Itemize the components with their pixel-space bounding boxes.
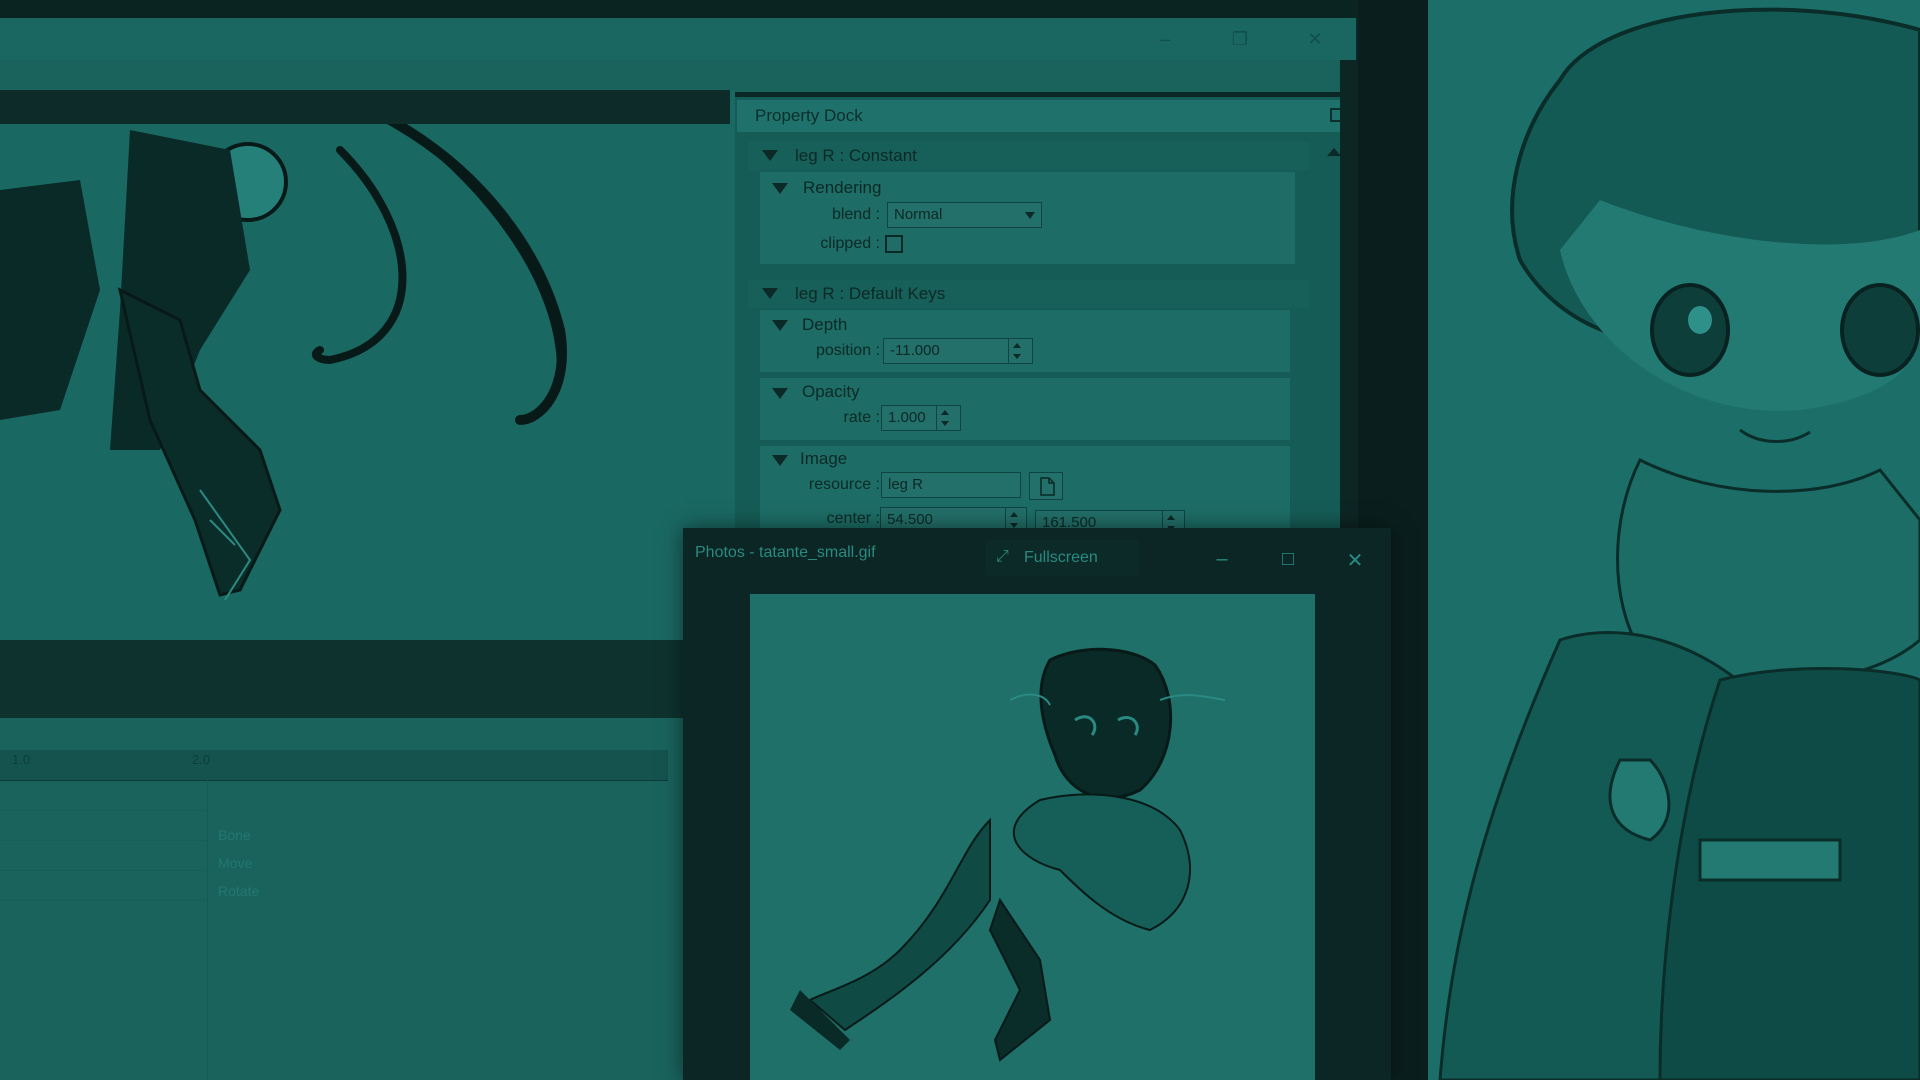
keys-group-label: leg R : Default Keys — [795, 284, 946, 303]
depth-label: Depth — [802, 315, 848, 334]
blend-dropdown[interactable]: Normal — [887, 202, 1042, 228]
ruler-label: 1.0 — [12, 752, 31, 767]
constant-group-label: leg R : Constant — [795, 146, 917, 165]
character-artwork — [1428, 0, 1920, 1080]
clipped-label: clipped : — [820, 235, 880, 252]
chibi-character-drawing — [1438, 7, 1920, 1080]
resource-value: leg R — [888, 476, 924, 493]
photos-close-button[interactable]: ✕ — [1335, 548, 1375, 573]
clipped-checkbox[interactable] — [885, 235, 903, 253]
rate-value: 1.000 — [888, 409, 926, 426]
center-label: center : — [826, 510, 880, 527]
position-value: -11.000 — [890, 342, 940, 359]
browse-file-button[interactable] — [1029, 472, 1063, 500]
property-dock-title: Property Dock — [755, 106, 863, 125]
canvas-artwork — [0, 115, 567, 601]
minimize-button[interactable]: – — [1135, 18, 1195, 60]
photos-minimize-button[interactable]: – — [1202, 548, 1242, 571]
collapse-triangle-icon[interactable] — [772, 455, 788, 466]
collapse-triangle-icon[interactable] — [762, 288, 778, 299]
close-button[interactable]: ✕ — [1285, 18, 1345, 60]
timeline-track-label[interactable]: Rotate — [218, 883, 259, 899]
opacity-label: Opacity — [802, 382, 860, 401]
rendering-label: Rendering — [803, 178, 882, 197]
monitor-top-edge — [0, 0, 1360, 18]
work-canvas[interactable] — [0, 90, 735, 642]
canvas-bottom-bar — [0, 640, 690, 718]
timeline-divider — [207, 780, 208, 1080]
center-x-value: 54.500 — [887, 511, 933, 528]
resource-label: resource : — [808, 476, 880, 493]
rate-spinner[interactable] — [936, 406, 953, 430]
ruler-label: 2.0 — [192, 752, 211, 767]
hooded-character-image — [790, 647, 1226, 1062]
blend-label: blend : — [831, 206, 880, 223]
timeline-row-divider — [0, 810, 207, 811]
fullscreen-label: Fullscreen — [1024, 549, 1098, 566]
image-label: Image — [800, 449, 848, 468]
photo-display[interactable] — [750, 594, 1315, 1080]
resource-input[interactable]: leg R — [881, 472, 1021, 498]
timeline-row-divider — [0, 900, 207, 901]
collapse-triangle-icon[interactable] — [772, 320, 788, 331]
collapse-triangle-icon[interactable] — [772, 388, 788, 399]
blend-value: Normal — [894, 206, 943, 223]
timeline-ruler[interactable] — [0, 750, 668, 781]
menu-band — [0, 60, 1356, 92]
timeline-row-divider — [0, 840, 207, 841]
chevron-down-icon[interactable] — [1025, 212, 1035, 219]
canvas-top-bar — [0, 90, 730, 124]
expand-icon: ⤢ — [996, 548, 1009, 565]
maximize-button[interactable]: ❐ — [1210, 18, 1270, 60]
rate-label: rate : — [843, 409, 880, 426]
photos-window-title: Photos - tatante_small.gif — [695, 544, 876, 561]
collapse-triangle-icon[interactable] — [762, 150, 778, 161]
file-icon — [1040, 477, 1055, 496]
timeline-row-divider — [0, 870, 207, 871]
scroll-up-icon[interactable] — [1327, 148, 1341, 156]
timeline-track-label[interactable]: Bone — [218, 827, 251, 843]
position-label: position : — [815, 342, 880, 359]
position-spinner[interactable] — [1008, 339, 1025, 363]
timeline-track-label[interactable]: Move — [218, 855, 252, 871]
collapse-triangle-icon[interactable] — [772, 183, 788, 194]
photos-maximize-button[interactable]: □ — [1268, 548, 1308, 571]
